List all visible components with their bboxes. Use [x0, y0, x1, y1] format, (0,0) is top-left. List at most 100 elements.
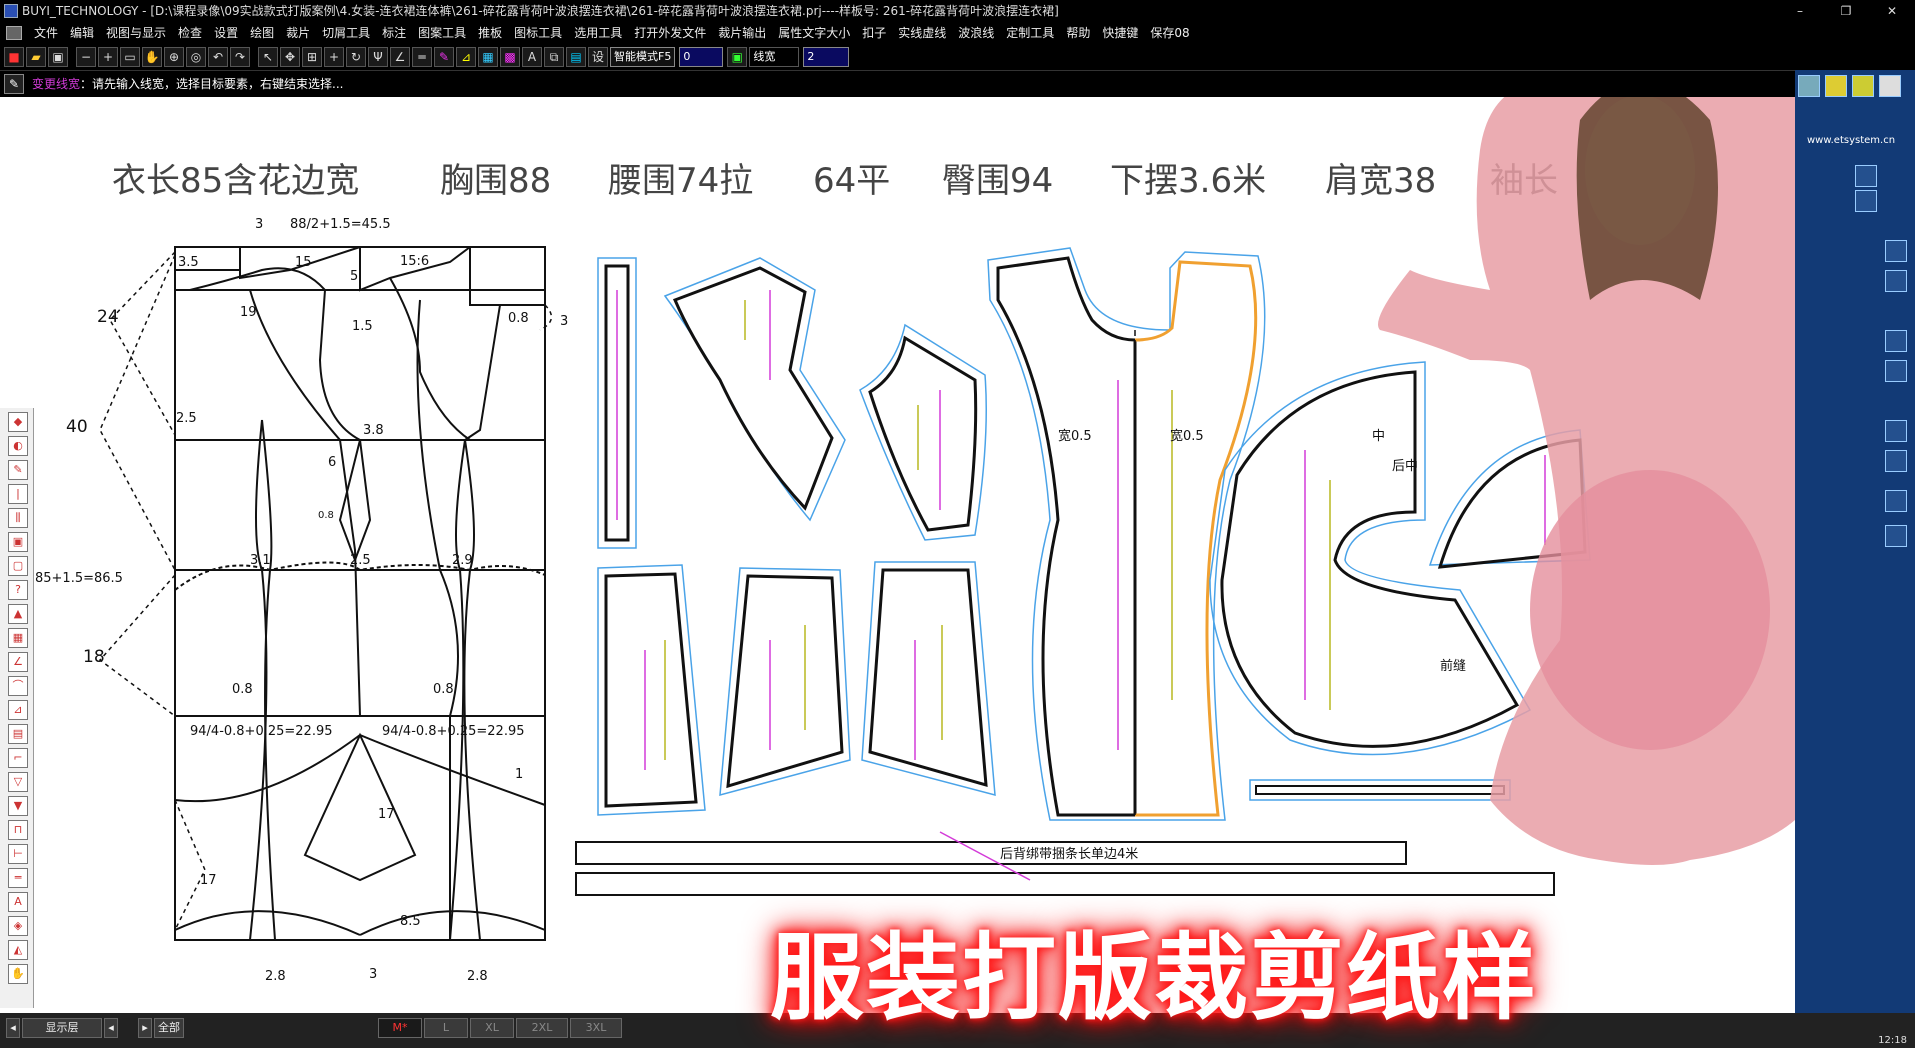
menu-piece-output[interactable]: 裁片输出 [712, 22, 772, 44]
color-icon[interactable]: ▩ [500, 47, 520, 67]
zoom-in-icon[interactable]: + [98, 47, 118, 67]
save-icon[interactable]: ▣ [48, 47, 68, 67]
menu-file[interactable]: 文件 [28, 22, 64, 44]
tool-fill-icon[interactable]: ◈ [8, 916, 28, 936]
menu-buttons[interactable]: 扣子 [856, 22, 892, 44]
tool-draw-icon[interactable]: ◆ [8, 412, 28, 432]
minimize-icon[interactable]: – [1777, 0, 1823, 22]
tool-ruler-icon[interactable]: ═ [8, 868, 28, 888]
value-field-1[interactable]: 0 [679, 47, 724, 67]
redraw-icon[interactable]: ◎ [186, 47, 206, 67]
system-menu-icon[interactable] [6, 26, 22, 40]
panel-image-icon[interactable] [1798, 75, 1820, 97]
zoom-fit-icon[interactable]: ▭ [120, 47, 140, 67]
open-folder-icon[interactable]: ▰ [26, 47, 46, 67]
tool-help-icon[interactable]: ? [8, 580, 28, 600]
tool-curve-icon[interactable]: ◐ [8, 436, 28, 456]
status-next-icon[interactable]: ▸ [138, 1018, 152, 1038]
menu-grading[interactable]: 推板 [472, 22, 508, 44]
menu-wave-line[interactable]: 波浪线 [952, 22, 1000, 44]
tool-funnel-icon[interactable]: ▽ [8, 772, 28, 792]
panel-tool-1-icon[interactable] [1855, 165, 1877, 187]
size-m[interactable]: M* [378, 1018, 422, 1038]
close-icon[interactable]: ✕ [1869, 0, 1915, 22]
menu-pieces[interactable]: 裁片 [280, 22, 316, 44]
undo-icon[interactable]: ↶ [208, 47, 228, 67]
rotate-icon[interactable]: ↻ [346, 47, 366, 67]
menu-draw[interactable]: 绘图 [244, 22, 280, 44]
all-sizes-button[interactable]: 全部 [154, 1018, 184, 1038]
parallel-icon[interactable]: ═ [412, 47, 432, 67]
zoom-out-icon[interactable]: − [76, 47, 96, 67]
cross-icon[interactable]: + [324, 47, 344, 67]
apply-icon[interactable]: ▣ [727, 47, 748, 67]
size-l[interactable]: L [424, 1018, 468, 1038]
drawing-canvas[interactable]: 衣长85含花边宽 胸围88 腰围74拉 64平 臀围94 下摆3.6米 肩宽38… [0, 97, 1795, 1013]
size-2xl[interactable]: 2XL [516, 1018, 568, 1038]
tool-dimension-icon[interactable]: ⊢ [8, 844, 28, 864]
panel-doc-icon[interactable] [1879, 75, 1901, 97]
select-icon[interactable]: ↖ [258, 47, 278, 67]
layers-icon[interactable]: ⧉ [544, 47, 564, 67]
tool-notch-icon[interactable]: ⊓ [8, 820, 28, 840]
menu-edit[interactable]: 编辑 [64, 22, 100, 44]
mode-select[interactable]: 智能模式F5 [610, 47, 676, 67]
settings-icon[interactable]: 设 [588, 47, 608, 67]
menu-check[interactable]: 检查 [172, 22, 208, 44]
grid-icon[interactable]: ▦ [478, 47, 498, 67]
status-left-arrow-icon[interactable]: ◂ [6, 1018, 20, 1038]
tool-text-icon[interactable]: A [8, 892, 28, 912]
tool-split-icon[interactable]: ⫼ [8, 508, 28, 528]
tool-arc-icon[interactable]: ⌒ [8, 676, 28, 696]
new-file-icon[interactable]: ■ [4, 47, 24, 67]
menu-cut-tools[interactable]: 切屑工具 [316, 22, 376, 44]
panel-tool-4-icon[interactable] [1885, 270, 1907, 292]
tool-grid-icon[interactable]: ▦ [8, 628, 28, 648]
menu-pattern-tools[interactable]: 图案工具 [412, 22, 472, 44]
size-xl[interactable]: XL [470, 1018, 514, 1038]
fork-icon[interactable]: Ψ [368, 47, 388, 67]
menu-icon-tools[interactable]: 图标工具 [508, 22, 568, 44]
tool-mark-icon[interactable]: ▲ [8, 604, 28, 624]
menu-help[interactable]: 帮助 [1060, 22, 1096, 44]
size-3xl[interactable]: 3XL [570, 1018, 622, 1038]
tool-line-icon[interactable]: | [8, 484, 28, 504]
menu-annotate[interactable]: 标注 [376, 22, 412, 44]
snap-icon[interactable]: ⊞ [302, 47, 322, 67]
panel-tool-2-icon[interactable] [1855, 190, 1877, 212]
tool-hand-icon[interactable]: ✋ [8, 964, 28, 984]
panel-tool-9-icon[interactable] [1885, 490, 1907, 512]
tool-frame-icon[interactable]: ▢ [8, 556, 28, 576]
panel-tool-6-icon[interactable] [1885, 360, 1907, 382]
measure-icon[interactable]: ⊿ [456, 47, 476, 67]
linewidth-field[interactable]: 2 [803, 47, 850, 67]
menu-line-style[interactable]: 实线虚线 [892, 22, 952, 44]
panel-note-icon[interactable] [1852, 75, 1874, 97]
panel-tool-3-icon[interactable] [1885, 240, 1907, 262]
tool-shape-icon[interactable]: ◭ [8, 940, 28, 960]
panel-tool-8-icon[interactable] [1885, 450, 1907, 472]
menu-selection-tools[interactable]: 选用工具 [568, 22, 628, 44]
image-icon[interactable]: ▤ [566, 47, 586, 67]
text-icon[interactable]: A [522, 47, 542, 67]
menu-open-external[interactable]: 打开外发文件 [628, 22, 712, 44]
menu-settings[interactable]: 设置 [208, 22, 244, 44]
tool-pen-icon[interactable]: ✎ [8, 460, 28, 480]
tool-triangle-icon[interactable]: ▼ [8, 796, 28, 816]
menu-attr-text-size[interactable]: 属性文字大小 [772, 22, 856, 44]
tool-corner-icon[interactable]: ⌐ [8, 748, 28, 768]
panel-curve-icon[interactable] [1825, 75, 1847, 97]
panel-tool-10-icon[interactable] [1885, 525, 1907, 547]
angle-icon[interactable]: ∠ [390, 47, 410, 67]
panel-tool-7-icon[interactable] [1885, 420, 1907, 442]
move-icon[interactable]: ✥ [280, 47, 300, 67]
pan-hand-icon[interactable]: ✋ [142, 47, 162, 67]
menu-custom-tools[interactable]: 定制工具 [1000, 22, 1060, 44]
tool-rect-icon[interactable]: ▣ [8, 532, 28, 552]
redo-icon[interactable]: ↷ [230, 47, 250, 67]
pen-icon[interactable]: ✎ [434, 47, 454, 67]
layer-display[interactable]: 显示层 [22, 1018, 102, 1038]
restore-icon[interactable]: ❐ [1823, 0, 1869, 22]
menu-save08[interactable]: 保存08 [1144, 22, 1195, 44]
panel-tool-5-icon[interactable] [1885, 330, 1907, 352]
